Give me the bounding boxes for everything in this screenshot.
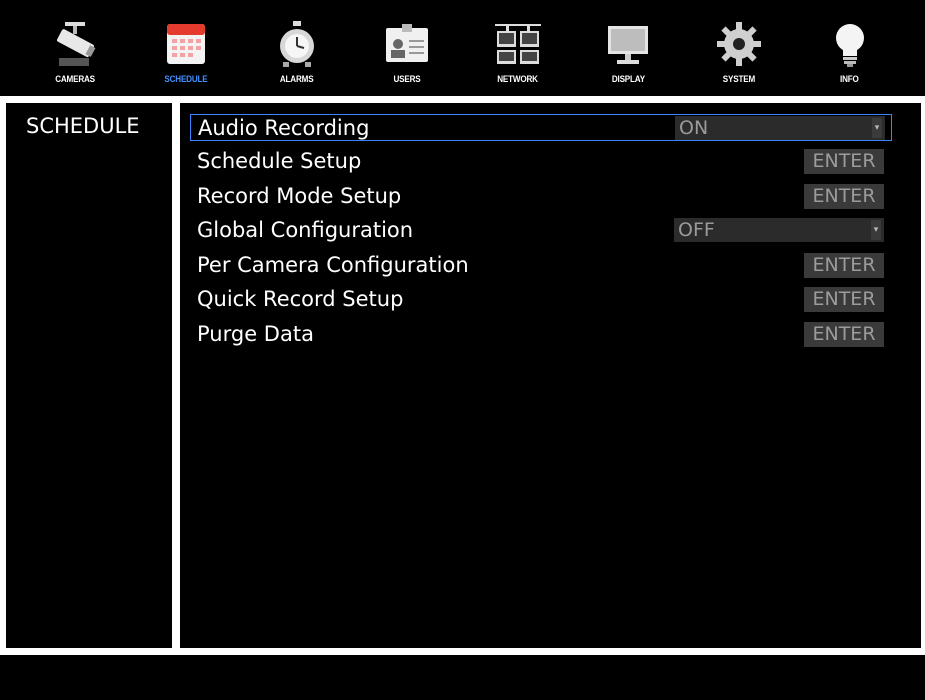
- row-label: Audio Recording: [198, 116, 370, 140]
- row-per-camera-configuration[interactable]: Per Camera Configuration ENTER: [190, 252, 892, 279]
- tab-info[interactable]: INFO: [800, 0, 900, 94]
- row-label: Record Mode Setup: [197, 184, 402, 208]
- tab-schedule[interactable]: SCHEDULE: [136, 0, 236, 94]
- tab-label: INFO: [840, 74, 859, 84]
- id-card-icon: [386, 24, 429, 62]
- tab-network[interactable]: NETWORK: [468, 0, 568, 94]
- tab-label: SYSTEM: [722, 74, 756, 84]
- section-title: SCHEDULE: [26, 114, 140, 138]
- tab-label: USERS: [393, 74, 421, 84]
- chevron-down-icon[interactable]: ▾: [871, 220, 881, 240]
- tab-system[interactable]: SYSTEM: [689, 0, 789, 94]
- row-global-configuration[interactable]: Global Configuration OFF ▾: [190, 217, 892, 244]
- bottom-divider: [0, 648, 925, 655]
- audio-recording-select[interactable]: ON ▾: [675, 116, 885, 140]
- global-configuration-select[interactable]: OFF ▾: [674, 218, 884, 242]
- top-divider: [0, 96, 925, 103]
- tab-users[interactable]: USERS: [357, 0, 457, 94]
- monitor-icon: [608, 26, 649, 64]
- panel-divider: [172, 103, 180, 648]
- record-mode-setup-enter-button[interactable]: ENTER: [804, 184, 884, 209]
- calendar-icon: [166, 24, 205, 64]
- row-purge-data[interactable]: Purge Data ENTER: [190, 321, 892, 348]
- tab-label: NETWORK: [497, 74, 539, 84]
- row-label: Quick Record Setup: [197, 287, 404, 311]
- row-quick-record-setup[interactable]: Quick Record Setup ENTER: [190, 286, 892, 313]
- select-value: OFF: [678, 219, 715, 241]
- tab-label: ALARMS: [279, 74, 314, 84]
- row-record-mode-setup[interactable]: Record Mode Setup ENTER: [190, 183, 892, 210]
- tab-label: CAMERAS: [55, 74, 96, 84]
- tab-label: DISPLAY: [611, 74, 645, 84]
- select-value: ON: [679, 117, 709, 139]
- quick-record-setup-enter-button[interactable]: ENTER: [804, 287, 884, 312]
- schedule-setup-enter-button[interactable]: ENTER: [804, 149, 884, 174]
- row-label: Per Camera Configuration: [197, 253, 469, 277]
- tab-label: SCHEDULE: [164, 74, 208, 84]
- row-label: Schedule Setup: [197, 149, 362, 173]
- right-border: [921, 103, 925, 648]
- row-schedule-setup[interactable]: Schedule Setup ENTER: [190, 148, 892, 175]
- main-nav: CAMERAS SCHEDULE ALARMS USERS NETWORK DI…: [0, 0, 925, 94]
- row-label: Purge Data: [197, 322, 314, 346]
- left-border: [0, 103, 6, 648]
- network-icon: [494, 24, 541, 64]
- chevron-down-icon[interactable]: ▾: [872, 118, 882, 138]
- row-label: Global Configuration: [197, 218, 414, 242]
- lightbulb-icon: [835, 24, 864, 67]
- alarm-clock-icon: [279, 21, 314, 67]
- per-camera-configuration-enter-button[interactable]: ENTER: [804, 253, 884, 278]
- gear-icon: [717, 22, 762, 66]
- purge-data-enter-button[interactable]: ENTER: [804, 322, 884, 347]
- row-audio-recording[interactable]: Audio Recording ON ▾: [190, 114, 892, 141]
- tab-cameras[interactable]: CAMERAS: [25, 0, 125, 94]
- camera-icon: [57, 22, 96, 66]
- tab-display[interactable]: DISPLAY: [578, 0, 678, 94]
- tab-alarms[interactable]: ALARMS: [247, 0, 347, 94]
